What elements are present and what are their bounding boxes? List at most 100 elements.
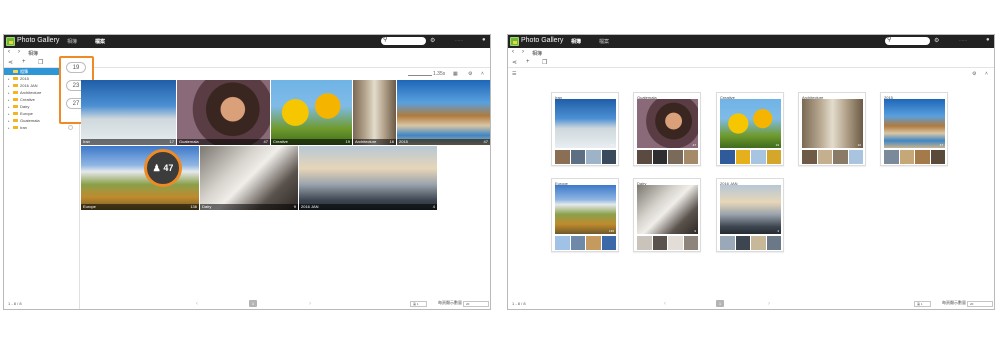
people-count-badge: ♟ 47 xyxy=(144,149,182,187)
app-logo-icon xyxy=(510,37,519,46)
album-card[interactable]: 2015 47 xyxy=(880,92,948,166)
add-icon[interactable]: + xyxy=(22,59,26,65)
tile-count: 47 xyxy=(483,139,488,144)
user-icon[interactable]: ● xyxy=(482,37,486,43)
copy-icon[interactable]: ❐ xyxy=(542,59,547,66)
tree-item-label: 2015 xyxy=(20,76,29,81)
photo-tile[interactable]: Dairy 9 xyxy=(200,146,298,210)
tab-albums[interactable]: 相簿 xyxy=(67,38,77,45)
tile-caption: Dairy 9 xyxy=(200,204,298,210)
back-icon[interactable]: ‹ xyxy=(8,49,10,55)
grid-view-icon[interactable]: ▦ xyxy=(453,71,458,77)
photo-tile[interactable]: Iran 17 xyxy=(81,80,176,145)
album-thumbnails xyxy=(884,150,945,164)
album-thumbnails xyxy=(802,150,863,164)
per-page-select[interactable]: 20 xyxy=(463,301,489,307)
tile-title: Iran xyxy=(83,139,90,144)
previous-page-icon[interactable]: ‹ xyxy=(196,301,198,307)
zoom-level: 1.35x xyxy=(433,71,446,77)
forward-icon[interactable]: › xyxy=(522,49,524,55)
chevron-up-icon[interactable]: ˄ xyxy=(481,71,484,77)
back-icon[interactable]: ‹ xyxy=(512,49,514,55)
photo-tile[interactable]: Creative 19 xyxy=(271,80,352,145)
app-title: Photo Gallery xyxy=(17,37,60,44)
tab-files[interactable]: 檔案 xyxy=(95,38,105,45)
per-page-select[interactable]: 20 xyxy=(967,301,993,307)
tile-title: Creative xyxy=(273,139,288,144)
settings-icon[interactable]: ⚙ xyxy=(934,37,939,44)
album-cover: 16 xyxy=(802,99,863,148)
album-thumbnails xyxy=(720,150,781,164)
view-select[interactable]: 第 1 xyxy=(410,301,427,307)
album-count: 47 xyxy=(939,143,943,147)
user-name: ······ xyxy=(455,38,463,43)
album-card[interactable]: Europe 136 xyxy=(551,178,619,252)
user-icon[interactable]: ● xyxy=(986,37,990,43)
tree-item-iran[interactable]: ▸ Iran xyxy=(4,124,79,131)
app-title: Photo Gallery xyxy=(521,37,564,44)
album-thumbnails xyxy=(637,150,698,164)
photo-tile[interactable]: 2016 JAN 4 xyxy=(299,146,437,210)
user-name: ······ xyxy=(959,38,967,43)
tree-item-label: Dairy xyxy=(20,104,30,109)
tile-caption: Guatemala 47 xyxy=(177,139,270,145)
album-card[interactable]: Iran 17 xyxy=(551,92,619,166)
zoom-slider[interactable] xyxy=(408,75,432,76)
list-view-icon[interactable]: ☰ xyxy=(512,71,516,77)
settings-icon[interactable]: ⚙ xyxy=(972,71,976,77)
album-card[interactable]: 2016 JAN 4 xyxy=(716,178,784,252)
view-select[interactable]: 第 1 xyxy=(914,301,931,307)
search-input[interactable]: ⚲ xyxy=(381,37,426,45)
album-card[interactable]: Creative 19 xyxy=(716,92,784,166)
share-icon[interactable]: ⋖ xyxy=(512,59,517,66)
add-icon[interactable]: + xyxy=(526,59,530,65)
share-icon[interactable]: ⋖ xyxy=(8,59,13,66)
breadcrumb[interactable]: 相簿 xyxy=(28,50,38,57)
album-cover: 9 xyxy=(637,185,698,234)
next-page-icon[interactable]: › xyxy=(309,301,311,307)
chevron-up-icon[interactable]: ˄ xyxy=(985,71,988,77)
album-count: 9 xyxy=(694,229,696,233)
current-page[interactable]: 1 xyxy=(249,300,257,307)
copy-icon[interactable]: ❐ xyxy=(38,59,43,66)
item-range: 1 - 8 / 8 xyxy=(8,301,22,306)
tile-count: 4 xyxy=(432,204,435,209)
album-thumbnails xyxy=(555,236,616,250)
tile-caption: Iran 17 xyxy=(81,139,176,145)
photo-gallery-window-album-view: Photo Gallery 相簿 檔案 ⚲ ⚙ ······ ● ‹ › 相簿 … xyxy=(507,34,995,310)
settings-icon[interactable]: ⚙ xyxy=(468,71,472,77)
previous-page-icon[interactable]: ‹ xyxy=(664,301,666,307)
album-card[interactable]: Guatemala 47 xyxy=(633,92,701,166)
badge-count: 47 xyxy=(163,163,174,173)
album-count: 19 xyxy=(775,143,779,147)
album-thumbnails xyxy=(720,236,781,250)
album-count: 17 xyxy=(610,143,614,147)
tile-caption: 2016 JAN 4 xyxy=(299,204,437,210)
next-page-icon[interactable]: › xyxy=(768,301,770,307)
photo-tile[interactable]: Guatemala 47 xyxy=(177,80,270,145)
photo-tile[interactable]: Architecture 16 xyxy=(353,80,396,145)
tile-title: Architecture xyxy=(355,139,377,144)
breadcrumb[interactable]: 相簿 xyxy=(532,50,542,57)
folder-icon xyxy=(13,105,18,108)
toolbar: ⋖ + ❐ xyxy=(508,58,994,68)
album-card[interactable]: Architecture 16 xyxy=(798,92,866,166)
album-thumbnails xyxy=(555,150,616,164)
app-logo-icon xyxy=(6,37,15,46)
current-page[interactable]: 1 xyxy=(716,300,724,307)
photo-tile[interactable]: 2015 47 xyxy=(397,80,490,145)
album-count: 16 xyxy=(857,143,861,147)
tile-title: 2015 xyxy=(399,139,408,144)
tab-albums[interactable]: 相簿 xyxy=(571,38,581,45)
search-input[interactable]: ⚲ xyxy=(885,37,930,45)
tree-item-label: Architecture xyxy=(20,90,42,95)
tab-files[interactable]: 檔案 xyxy=(599,38,609,45)
forward-icon[interactable]: › xyxy=(18,49,20,55)
tree-item-label: Europe xyxy=(20,111,33,116)
count-indicator xyxy=(68,125,73,130)
album-card[interactable]: Dairy 9 xyxy=(633,178,701,252)
settings-icon[interactable]: ⚙ xyxy=(430,37,435,44)
tree-item-label: Iran xyxy=(20,125,27,130)
album-cover: 47 xyxy=(884,99,945,148)
photo-tile[interactable]: Europe 136 xyxy=(81,146,199,210)
